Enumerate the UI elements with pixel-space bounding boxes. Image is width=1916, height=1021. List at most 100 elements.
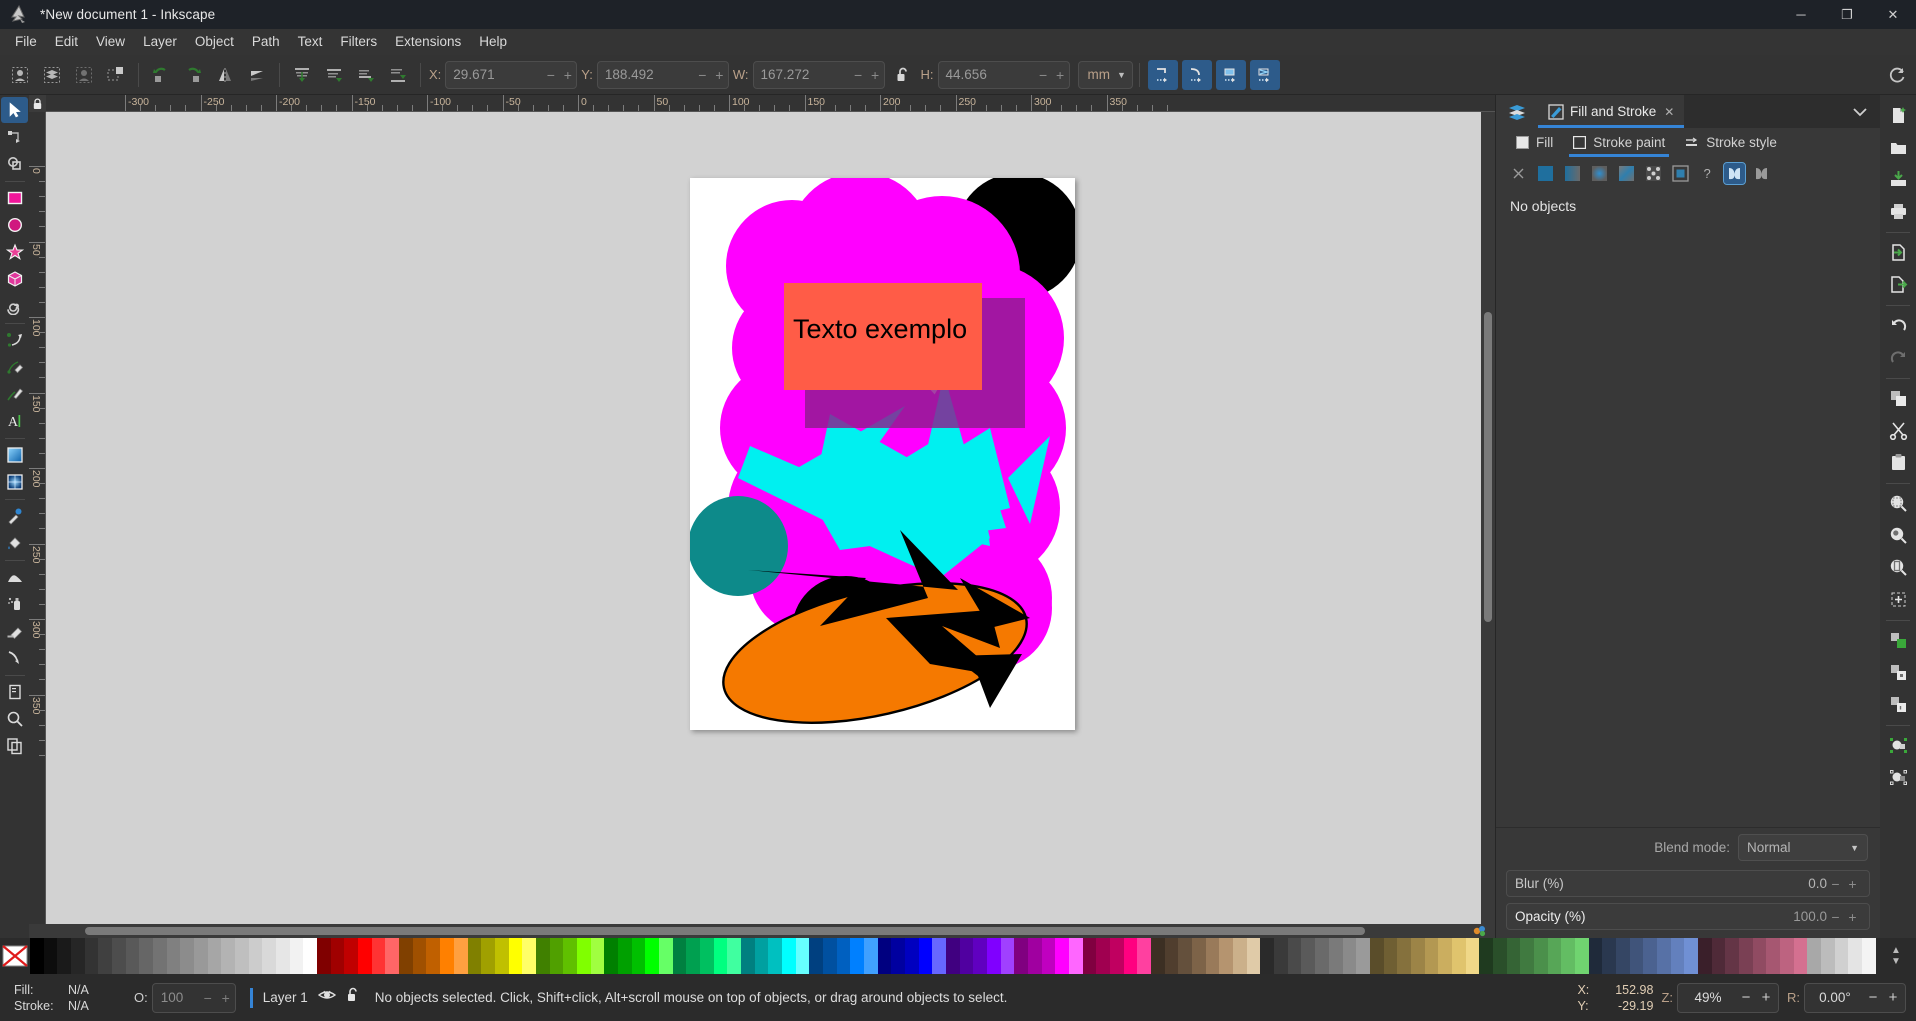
layer-indicator[interactable]: Layer 1 [249, 987, 361, 1008]
palette-swatch[interactable] [248, 938, 263, 974]
undo-button[interactable] [1883, 310, 1913, 340]
palette-swatch[interactable] [617, 938, 632, 974]
blur-increment[interactable]: + [1844, 876, 1861, 892]
palette-swatch[interactable] [631, 938, 646, 974]
cut-button[interactable] [1883, 415, 1913, 445]
palette-swatch[interactable] [809, 938, 823, 974]
tool-spray[interactable] [1, 591, 28, 617]
palette-swatch[interactable] [1110, 938, 1124, 974]
duplicate-button[interactable] [1883, 625, 1913, 655]
ruler-lock-icon[interactable] [29, 95, 46, 112]
palette-swatch[interactable] [1479, 938, 1493, 974]
zoom-fit-button[interactable] [1883, 584, 1913, 614]
palette-swatch[interactable] [891, 938, 905, 974]
palette-swatch[interactable] [535, 938, 550, 974]
select-same-icon[interactable] [101, 60, 131, 90]
eye-icon[interactable] [317, 988, 336, 1007]
ungroup-button[interactable] [1883, 689, 1913, 719]
lower-to-bottom-icon[interactable] [383, 60, 413, 90]
chevron-down-icon[interactable]: ▼ [1891, 956, 1901, 967]
paint-unknown-button[interactable]: ? [1697, 163, 1718, 184]
palette-swatch[interactable] [672, 938, 687, 974]
palette-swatch[interactable] [303, 938, 318, 974]
xml-editor-button[interactable] [1883, 762, 1913, 792]
tool-eraser[interactable] [1, 618, 28, 644]
palette-swatch[interactable] [1520, 938, 1534, 974]
palette-swatch[interactable] [71, 938, 85, 974]
open-document-button[interactable] [1883, 132, 1913, 162]
palette-swatch[interactable] [1151, 938, 1165, 974]
w-field-value[interactable]: 167.272 [754, 67, 850, 82]
palette-swatch[interactable] [1028, 938, 1042, 974]
lock-open-icon[interactable] [888, 60, 918, 90]
tool-paint-bucket[interactable] [1, 530, 28, 556]
palette-swatch[interactable] [1164, 938, 1179, 974]
zoom-selection-button[interactable] [1883, 488, 1913, 518]
palette-swatch[interactable] [1260, 938, 1275, 974]
blur-decrement[interactable]: − [1827, 876, 1844, 892]
rotation-value[interactable]: 0.00° [1807, 990, 1863, 1005]
blend-mode-select[interactable]: Normal ▼ [1738, 834, 1868, 861]
palette-swatch[interactable] [221, 938, 236, 974]
palette-swatch[interactable] [768, 938, 782, 974]
print-document-button[interactable] [1883, 196, 1913, 226]
sticky-zoom-icon[interactable] [1465, 924, 1495, 938]
save-document-button[interactable] [1883, 164, 1913, 194]
palette-swatch[interactable] [946, 938, 960, 974]
palette-swatch[interactable] [576, 938, 591, 974]
horizontal-ruler[interactable]: -300 -250 -200 -150 -100 -50 0 50 100 150 200 250 30… [46, 95, 1495, 112]
zoom-control[interactable]: Z: 49% − + [1661, 982, 1779, 1013]
tool-text[interactable]: A [1, 408, 28, 434]
palette-swatch-strip[interactable] [30, 938, 1876, 974]
deselect-icon[interactable] [69, 60, 99, 90]
zoom-value[interactable]: 49% [1680, 990, 1736, 1005]
rotation-decrement[interactable]: − [1863, 989, 1883, 1006]
menu-edit[interactable]: Edit [46, 31, 87, 53]
palette-swatch[interactable] [426, 938, 441, 974]
tool-selector[interactable] [1, 97, 28, 123]
palette-swatch[interactable] [1711, 938, 1726, 974]
palette-swatch[interactable] [1342, 938, 1357, 974]
menu-object[interactable]: Object [186, 31, 243, 53]
palette-swatch[interactable] [1096, 938, 1111, 974]
rotation-control[interactable]: R: 0.00° − + [1787, 982, 1906, 1013]
tool-boolean[interactable] [1, 151, 28, 177]
tool-dropper[interactable] [1, 503, 28, 529]
palette-swatch[interactable] [1137, 938, 1152, 974]
palette-swatch[interactable] [1383, 938, 1398, 974]
swatch-none[interactable] [0, 938, 30, 974]
paint-swatch-button[interactable] [1670, 163, 1691, 184]
menu-file[interactable]: File [6, 31, 46, 53]
palette-swatch[interactable] [1588, 938, 1603, 974]
x-field-decrement[interactable]: − [542, 67, 559, 83]
rotate-90-cw-icon[interactable] [178, 60, 208, 90]
palette-swatch[interactable] [1315, 938, 1329, 974]
palette-swatch[interactable] [754, 938, 769, 974]
paint-linear-gradient-button[interactable] [1562, 163, 1583, 184]
palette-swatch[interactable] [959, 938, 974, 974]
palette-swatch[interactable] [932, 938, 947, 974]
palette-swatch[interactable] [1014, 938, 1029, 974]
h-field-increment[interactable]: + [1052, 67, 1069, 83]
palette-scroll-controls[interactable]: ▲ ▼ [1876, 938, 1916, 974]
rotation-increment[interactable]: + [1883, 989, 1903, 1006]
palette-swatch[interactable] [207, 938, 222, 974]
tool-measure[interactable] [1, 733, 28, 759]
opacity-slider[interactable]: Opacity (%) 100.0 − + [1506, 903, 1870, 930]
tool-bezier[interactable] [1, 327, 28, 353]
palette-swatch[interactable] [740, 938, 755, 974]
palette-swatch[interactable] [987, 938, 1001, 974]
palette-swatch[interactable] [522, 938, 536, 974]
snap-bbox-corner-button[interactable] [1147, 59, 1178, 90]
palette-swatch[interactable] [1643, 938, 1657, 974]
palette-swatch[interactable] [1465, 938, 1480, 974]
palette-swatch[interactable] [1424, 938, 1439, 974]
palette-swatch[interactable] [1793, 938, 1808, 974]
flip-horizontal-icon[interactable] [210, 60, 240, 90]
palette-swatch[interactable] [98, 938, 113, 974]
raise-to-top-icon[interactable] [287, 60, 317, 90]
palette-swatch[interactable] [1192, 938, 1206, 974]
palette-swatch[interactable] [1451, 938, 1466, 974]
palette-swatch[interactable] [1697, 938, 1712, 974]
palette-swatch[interactable] [1287, 938, 1302, 974]
